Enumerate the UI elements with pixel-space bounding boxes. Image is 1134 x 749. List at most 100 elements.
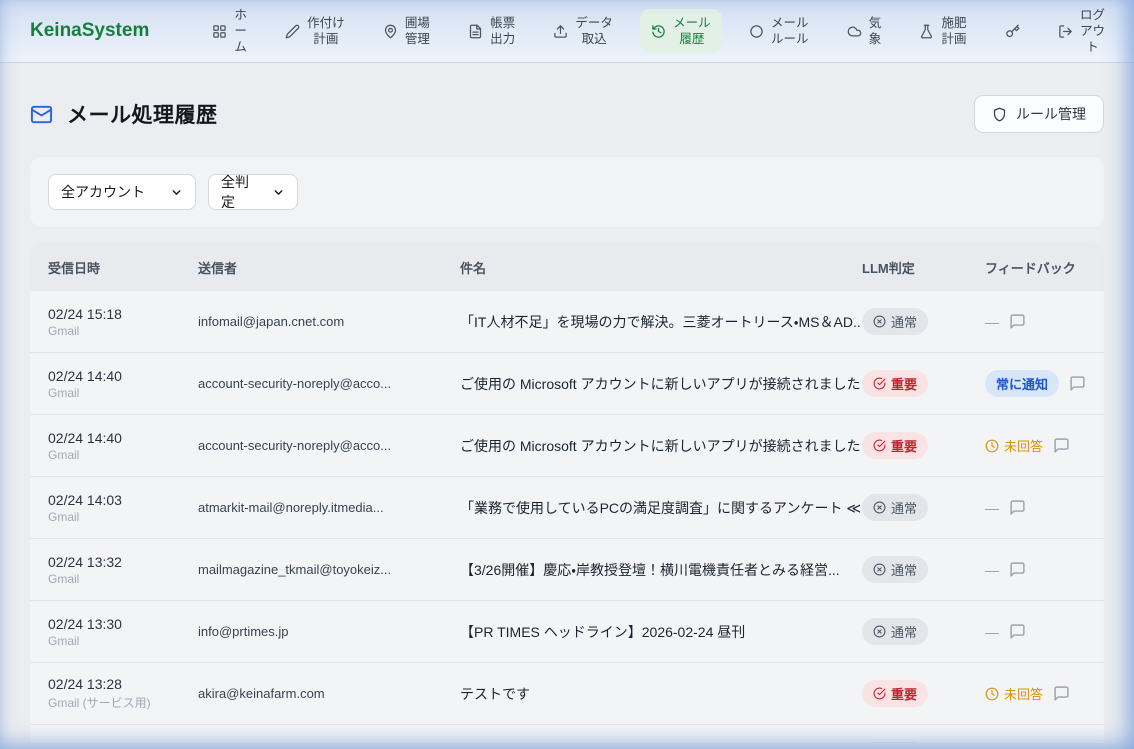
mail-subject: 「業務で使用しているPCの満足度調査」に関するアンケート ≪... <box>460 498 862 518</box>
sender-address: akira@keinafarm.com <box>198 686 460 701</box>
llm-judgement-cell: 通常 <box>862 494 985 521</box>
page-title: メール処理履歴 <box>67 99 218 129</box>
feedback-unanswered: 未回答 <box>985 436 1043 455</box>
rule-management-button[interactable]: ルール管理 <box>974 95 1104 133</box>
logout-icon <box>1058 24 1073 39</box>
sender-address: atmarkit-mail@noreply.itmedia... <box>198 500 460 515</box>
comment-icon[interactable] <box>1053 685 1070 702</box>
comment-icon[interactable] <box>1053 437 1070 454</box>
table-row[interactable]: 02/24 14:40Gmailaccount-security-noreply… <box>30 415 1104 477</box>
nav-item-label: 圃場 管理 <box>405 15 430 48</box>
table-header-row: 受信日時送信者件名LLM判定フィードバック <box>30 243 1104 291</box>
judgement-label: 重要 <box>891 684 917 703</box>
nav-item-label: メール ルール <box>771 15 809 48</box>
circle-x-icon <box>873 315 886 328</box>
comment-icon[interactable] <box>1009 623 1026 640</box>
feedback-always-notify-badge: 常に通知 <box>985 370 1059 397</box>
feedback-label: 未回答 <box>1004 684 1043 703</box>
feedback-cell: — <box>985 561 1104 578</box>
judgement-badge-normal: 通常 <box>862 494 928 521</box>
sender-address: account-security-noreply@acco... <box>198 376 460 391</box>
judgement-label: 通常 <box>891 560 917 579</box>
feedback-cell: — <box>985 499 1104 516</box>
judgement-filter-select[interactable]: 全判定 <box>208 174 298 210</box>
judgement-badge-normal: 通常 <box>862 618 928 645</box>
nav-item-fertilizer-plan[interactable]: 施肥 計画 <box>908 9 977 54</box>
top-navigation-bar: KeinaSystem ホ ー ム 作付け 計画 圃場 管理 帳票 出力データ 取込 メ… <box>0 0 1134 63</box>
feedback-label: 未回答 <box>1004 436 1043 455</box>
judgement-badge-normal: 通常 <box>862 556 928 583</box>
judgement-badge-important: 重要 <box>862 680 928 707</box>
nav-item-home[interactable]: ホ ー ム <box>201 1 258 62</box>
llm-judgement-cell: 通常 <box>862 556 985 583</box>
judgement-badge-important: 重要 <box>862 432 928 459</box>
circle-x-icon <box>873 563 886 576</box>
feedback-cell: — <box>985 623 1104 640</box>
clock-icon <box>985 439 999 453</box>
nav-item-label: 作付け 計画 <box>307 15 345 48</box>
llm-judgement-cell: 重要 <box>862 370 985 397</box>
column-header: 受信日時 <box>48 258 198 277</box>
clock-icon <box>985 687 999 701</box>
judgement-badge-important: 重要 <box>862 370 928 397</box>
received-datetime-cell: 02/24 13:28Gmail (サービス用) <box>48 676 198 711</box>
chevron-down-icon <box>170 186 183 199</box>
table-row[interactable]: 02/24 13:30Gmailinfo@prtimes.jp【PR TIMES… <box>30 601 1104 663</box>
nav-item-report-output[interactable]: 帳票 出力 <box>457 9 526 54</box>
nav-item-key[interactable] <box>994 18 1031 45</box>
column-header: 件名 <box>460 258 862 277</box>
page-header: メール処理履歴 ルール管理 <box>30 95 1104 133</box>
account-filter-select[interactable]: 全アカウント <box>48 174 196 210</box>
circle-x-icon <box>873 625 886 638</box>
received-datetime: 02/24 15:18 <box>48 306 198 322</box>
account-label: Gmail (サービス用) <box>48 694 198 711</box>
mail-subject: 「IT人材不足」を現場の力で解決。三菱オートリース・MS＆AD... <box>460 312 862 332</box>
account-label: Gmail <box>48 448 198 462</box>
filter-panel: 全アカウント 全判定 <box>30 157 1104 227</box>
rule-management-button-label: ルール管理 <box>1016 104 1086 124</box>
judgement-badge-normal: 通常 <box>862 308 928 335</box>
table-row[interactable]: 02/24 13:32Gmailmailmagazine_tkmail@toyo… <box>30 539 1104 601</box>
table-row[interactable]: 02/24 15:18Gmailinfomail@japan.cnet.com「… <box>30 291 1104 353</box>
nav-item-planting-plan[interactable]: 作付け 計画 <box>274 9 356 54</box>
nav-item-mail-rules[interactable]: メール ルール <box>738 9 820 54</box>
comment-icon[interactable] <box>1009 561 1026 578</box>
mail-history-table: 受信日時送信者件名LLM判定フィードバック 02/24 15:18 Gmail in… <box>30 243 1104 743</box>
check-circle-icon <box>873 439 886 452</box>
nav-item-mail-history[interactable]: メール 履歴 <box>640 9 722 54</box>
nav-item-field-management[interactable]: 圃場 管理 <box>372 9 441 54</box>
received-datetime: 02/24 14:40 <box>48 430 198 446</box>
brand-logo: KeinaSystem <box>30 20 149 42</box>
comment-icon[interactable] <box>1009 499 1026 516</box>
llm-judgement-cell: 通常 <box>862 742 985 743</box>
table-row[interactable]: 02/24 12:10digital@kochinews.jp四万十福祉専門学校… <box>30 725 1104 743</box>
table-row[interactable]: 02/24 13:28Gmail (サービス用)akira@keinafarm.… <box>30 663 1104 725</box>
sender-address: info@prtimes.jp <box>198 624 460 639</box>
comment-icon[interactable] <box>1009 313 1026 330</box>
feedback-cell: — <box>985 313 1104 330</box>
llm-judgement-cell: 重要 <box>862 432 985 459</box>
file-icon <box>468 24 483 39</box>
nav-item-weather[interactable]: 気 象 <box>836 9 893 54</box>
table-row[interactable]: 02/24 14:03Gmailatmarkit-mail@noreply.it… <box>30 477 1104 539</box>
judgement-label: 重要 <box>891 374 917 393</box>
received-datetime: 02/24 13:30 <box>48 616 198 632</box>
comment-icon[interactable] <box>1069 375 1086 392</box>
nav-item-label: ログ アウ ト <box>1080 7 1105 56</box>
table-row[interactable]: 02/24 14:40Gmailaccount-security-noreply… <box>30 353 1104 415</box>
nav-item-logout[interactable]: ログ アウ ト <box>1047 1 1116 62</box>
account-filter-value: 全アカウント <box>61 182 145 202</box>
nav-item-label: メール 履歴 <box>673 15 711 48</box>
judgement-label: 通常 <box>891 622 917 641</box>
received-datetime: 02/24 13:32 <box>48 554 198 570</box>
nav-item-label: ホ ー ム <box>234 7 247 56</box>
shield-icon <box>992 107 1007 122</box>
home-grid-icon <box>212 24 227 39</box>
nav-item-data-import[interactable]: データ 取込 <box>542 9 624 54</box>
feedback-cell: 常に通知 <box>985 370 1104 397</box>
chevron-down-icon <box>272 186 285 199</box>
received-datetime: 02/24 14:40 <box>48 368 198 384</box>
mail-subject: 【PR TIMES ヘッドライン】2026-02-24 昼刊 <box>460 622 862 642</box>
judgement-label: 重要 <box>891 436 917 455</box>
account-label: Gmail <box>48 324 198 338</box>
